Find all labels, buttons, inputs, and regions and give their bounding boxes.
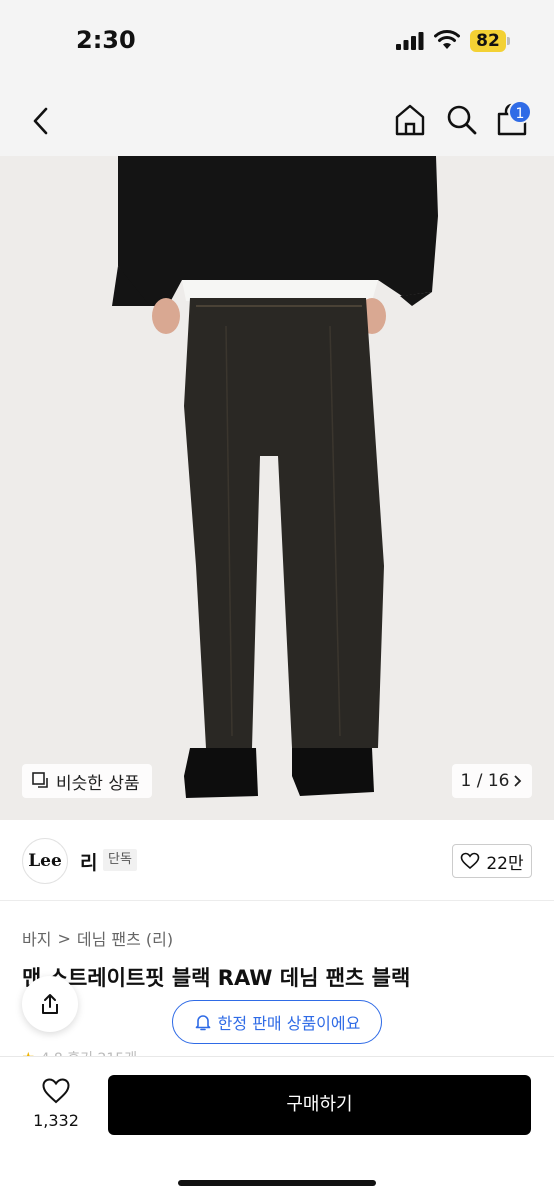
product-photo [112,156,438,798]
limited-sale-notice[interactable]: 한정 판매 상품이에요 [172,1000,382,1044]
heart-icon [461,852,480,870]
battery-cap [507,37,510,45]
breadcrumb: 바지 > 데님 팬츠 (리) [22,926,173,950]
similar-products-label: 비슷한 상품 [56,773,140,794]
brand-logo[interactable]: Lee [22,838,68,884]
limited-sale-label: 한정 판매 상품이에요 [217,1014,361,1033]
image-counter[interactable]: 1 / 16 [452,764,532,798]
search-icon[interactable] [444,102,480,138]
brand-like-button[interactable]: 22만 [452,844,532,878]
brand-row: Lee 리 단독 22만 [0,820,554,900]
battery-indicator: 82 [470,30,506,52]
wishlist-button[interactable]: 1,332 [22,1077,90,1130]
breadcrumb-separator: > [57,928,71,948]
similar-icon [32,772,48,788]
divider [0,900,554,901]
product-title: 맨 스트레이트핏 블랙 RAW 데님 팬츠 블랙 [22,966,411,990]
wifi-icon [434,30,460,49]
breadcrumb-category[interactable]: 바지 [22,926,51,950]
home-icon[interactable] [392,102,428,138]
bell-icon [195,1015,210,1031]
back-icon[interactable] [26,104,56,138]
share-button[interactable] [22,976,78,1032]
top-navigation: 1 [0,84,554,156]
buy-button[interactable]: 구매하기 [108,1075,531,1135]
brand-name[interactable]: 리 [80,848,97,875]
cart-count-badge: 1 [508,100,532,124]
share-icon [42,994,58,1014]
wishlist-count: 1,332 [33,1111,79,1130]
image-counter-text: 1 / 16 [460,771,510,791]
heart-icon [42,1078,70,1104]
similar-products-button[interactable]: 비슷한 상품 [22,764,152,798]
product-image[interactable]: 비슷한 상품 1 / 16 [0,156,554,820]
bottom-action-bar: 1,332 구매하기 [0,1056,554,1200]
home-indicator [178,1180,376,1186]
status-time: 2:30 [76,26,136,54]
exclusive-tag: 단독 [103,849,137,871]
signal-icon [396,32,424,50]
chevron-right-icon [514,775,522,787]
status-bar: 2:30 82 [0,0,554,84]
breadcrumb-subcategory[interactable]: 데님 팬츠 (리) [77,926,173,950]
brand-like-count: 22만 [486,853,524,874]
